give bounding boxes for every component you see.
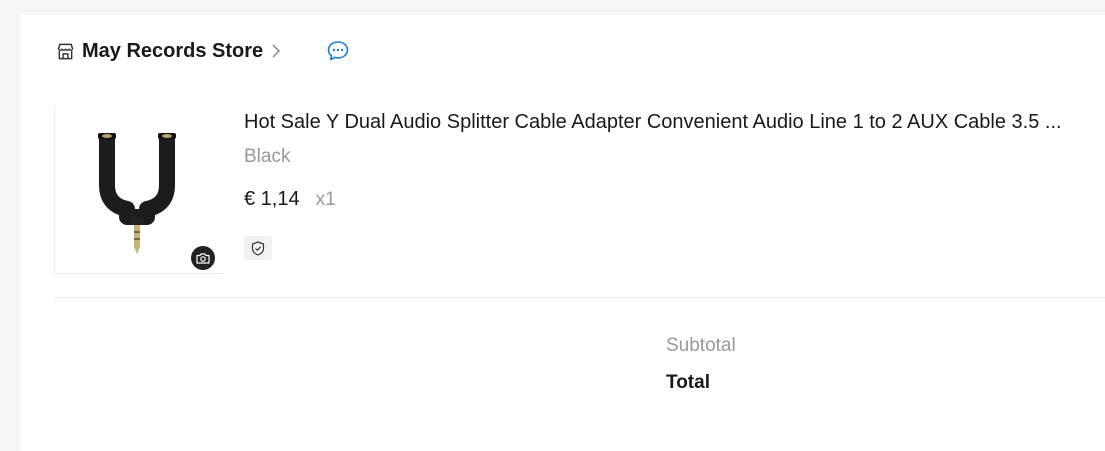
shield-check-icon: [244, 236, 272, 260]
store-icon: [56, 41, 76, 61]
total-label: Total: [666, 372, 710, 393]
section-divider: [54, 297, 1105, 298]
store-name[interactable]: May Records Store: [82, 40, 263, 63]
product-title[interactable]: Hot Sale Y Dual Audio Splitter Cable Ada…: [244, 111, 1094, 134]
store-link[interactable]: May Records Store: [56, 38, 283, 64]
chat-icon[interactable]: [326, 40, 350, 62]
order-store-card: May Records Store Hot Sale Y Dual Audio …: [20, 15, 1105, 451]
product-variant: Black: [244, 146, 291, 167]
product-price: € 1,14: [244, 188, 300, 210]
subtotal-label: Subtotal: [666, 335, 736, 356]
price-row: € 1,14 x1: [244, 188, 336, 211]
product-quantity: x1: [315, 189, 336, 210]
camera-icon[interactable]: [191, 246, 215, 270]
chevron-right-icon: [271, 41, 283, 61]
